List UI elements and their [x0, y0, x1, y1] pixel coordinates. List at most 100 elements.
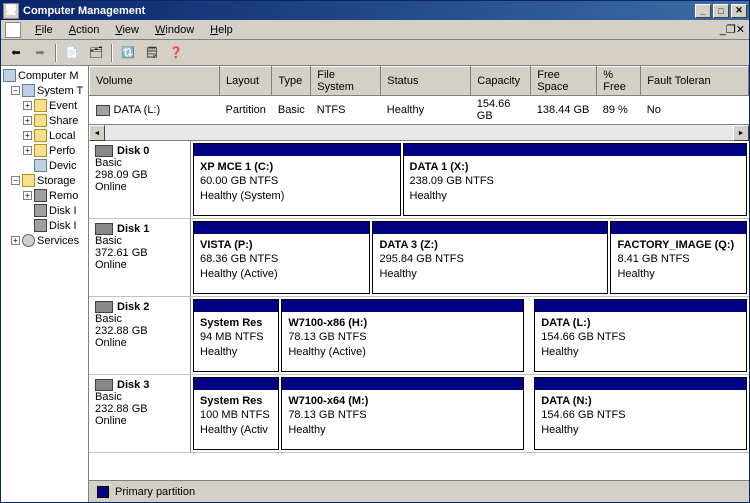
services-icon [22, 234, 35, 247]
partition[interactable]: DATA (L:)154.66 GB NTFSHealthy [534, 299, 747, 372]
scroll-left-icon[interactable]: ◄ [89, 125, 105, 141]
collapse-icon[interactable]: − [11, 176, 20, 185]
grid-hscroll[interactable]: ◄ ► [89, 124, 749, 140]
col-status[interactable]: Status [381, 67, 471, 96]
properties-button[interactable]: 🗂 [85, 42, 107, 64]
partition[interactable]: DATA (N:)154.66 GB NTFSHealthy [534, 377, 747, 450]
close-button[interactable]: ✕ [731, 4, 747, 18]
volume-grid[interactable]: Volume Layout Type File System Status Ca… [89, 66, 749, 141]
refresh-button[interactable]: 🔃 [117, 42, 139, 64]
disk-name: Disk 0 [117, 145, 149, 157]
partition-size: 78.13 GB NTFS [288, 330, 517, 344]
toolbar: ⬅ ➡ 📄 🗂 🔃 🗒 ❓ [1, 40, 749, 66]
disk-type: Basic [95, 391, 184, 403]
expand-icon[interactable]: + [23, 131, 32, 140]
child-restore-button[interactable]: ❐ [726, 23, 736, 36]
partition-header [373, 222, 607, 234]
partition[interactable]: W7100-x64 (M:)78.13 GB NTFSHealthy [281, 377, 524, 450]
tree-remo[interactable]: +Remo [3, 188, 86, 203]
partition-size: 78.13 GB NTFS [288, 408, 517, 422]
up-button[interactable]: 📄 [61, 42, 83, 64]
partition[interactable]: System Res100 MB NTFSHealthy (Activ [193, 377, 279, 450]
expand-icon[interactable]: + [23, 146, 32, 155]
disk-info[interactable]: Disk 2Basic232.88 GBOnline [89, 297, 191, 374]
back-button[interactable]: ⬅ [5, 42, 27, 64]
col-fault[interactable]: Fault Toleran [641, 67, 749, 96]
child-close-button[interactable]: ✕ [736, 23, 745, 36]
menu-file[interactable]: File [27, 22, 61, 38]
expand-icon[interactable]: + [23, 116, 32, 125]
disk-info[interactable]: Disk 1Basic372.61 GBOnline [89, 219, 191, 296]
menu-view[interactable]: View [107, 22, 147, 38]
partition-size: 94 MB NTFS [200, 330, 272, 344]
tree-system[interactable]: −System T [3, 83, 86, 98]
disk-info[interactable]: Disk 3Basic232.88 GBOnline [89, 375, 191, 452]
disk-icon [95, 145, 113, 157]
col-pctfree[interactable]: % Free [597, 67, 641, 96]
partition-name: DATA 1 (X:) [410, 160, 741, 174]
partition-size: 100 MB NTFS [200, 408, 272, 422]
help-icon[interactable]: ❓ [165, 42, 187, 64]
partition[interactable]: DATA 3 (Z:)295.84 GB NTFSHealthy [372, 221, 608, 294]
partition-size: 238.09 GB NTFS [410, 174, 741, 188]
collapse-icon[interactable]: − [11, 86, 20, 95]
partition-name: XP MCE 1 (C:) [200, 160, 394, 174]
tree-event[interactable]: +Event [3, 98, 86, 113]
partition[interactable]: XP MCE 1 (C:)60.00 GB NTFSHealthy (Syste… [193, 143, 401, 216]
storage-icon [22, 174, 35, 187]
right-pane: Volume Layout Type File System Status Ca… [89, 66, 749, 502]
tree-pane[interactable]: Computer M −System T +Event +Share +Loca… [1, 66, 89, 502]
legend-primary: Primary partition [115, 486, 195, 498]
mmc-icon [5, 22, 21, 38]
partition[interactable]: DATA 1 (X:)238.09 GB NTFSHealthy [403, 143, 748, 216]
partition-header [535, 378, 746, 390]
partition[interactable]: System Res94 MB NTFSHealthy [193, 299, 279, 372]
partition[interactable]: FACTORY_IMAGE (Q:)8.41 GB NTFSHealthy [610, 221, 747, 294]
app-window: 🖥 Computer Management _ □ ✕ File Action … [0, 0, 750, 503]
partition-name: W7100-x64 (M:) [288, 394, 517, 408]
maximize-button[interactable]: □ [713, 4, 729, 18]
titlebar[interactable]: 🖥 Computer Management _ □ ✕ [1, 1, 749, 20]
forward-button[interactable]: ➡ [29, 42, 51, 64]
minimize-button[interactable]: _ [695, 4, 711, 18]
settings-icon[interactable]: 🗒 [141, 42, 163, 64]
volume-row[interactable]: DATA (L:)PartitionBasicNTFSHealthy154.66… [90, 96, 749, 125]
disk-map[interactable]: Disk 0Basic298.09 GBOnlineXP MCE 1 (C:)6… [89, 141, 749, 480]
expand-icon[interactable]: + [11, 236, 20, 245]
disk-size: 372.61 GB [95, 247, 184, 259]
menu-window[interactable]: Window [147, 22, 202, 38]
tree-storage[interactable]: −Storage [3, 173, 86, 188]
disk-info[interactable]: Disk 0Basic298.09 GBOnline [89, 141, 191, 218]
partition[interactable]: W7100-x86 (H:)78.13 GB NTFSHealthy (Acti… [281, 299, 524, 372]
col-layout[interactable]: Layout [220, 67, 272, 96]
expand-icon[interactable]: + [23, 101, 32, 110]
tree-perf[interactable]: +Perfo [3, 143, 86, 158]
tree-root[interactable]: Computer M [3, 68, 86, 83]
tree-services[interactable]: +Services [3, 233, 86, 248]
scroll-right-icon[interactable]: ► [733, 125, 749, 141]
content: Computer M −System T +Event +Share +Loca… [1, 66, 749, 502]
col-fs[interactable]: File System [311, 67, 381, 96]
col-capacity[interactable]: Capacity [471, 67, 531, 96]
partition-name: DATA (L:) [541, 316, 740, 330]
tree-device[interactable]: Devic [3, 158, 86, 173]
tree-local[interactable]: +Local [3, 128, 86, 143]
disk-status: Online [95, 259, 184, 271]
legend: Primary partition [89, 480, 749, 502]
partition[interactable]: VISTA (P:)68.36 GB NTFSHealthy (Active) [193, 221, 370, 294]
menu-action[interactable]: Action [61, 22, 108, 38]
expand-icon[interactable]: + [23, 191, 32, 200]
menu-help[interactable]: Help [202, 22, 241, 38]
col-volume[interactable]: Volume [90, 67, 220, 96]
partition-size: 60.00 GB NTFS [200, 174, 394, 188]
tree-diskm[interactable]: Disk I [3, 218, 86, 233]
app-icon: 🖥 [3, 3, 19, 19]
tree-diskd[interactable]: Disk I [3, 203, 86, 218]
partition-size: 154.66 GB NTFS [541, 330, 740, 344]
computer-icon [3, 69, 16, 82]
tree-share[interactable]: +Share [3, 113, 86, 128]
removable-icon [34, 189, 47, 202]
col-free[interactable]: Free Space [531, 67, 597, 96]
col-type[interactable]: Type [272, 67, 311, 96]
disk-icon [95, 379, 113, 391]
